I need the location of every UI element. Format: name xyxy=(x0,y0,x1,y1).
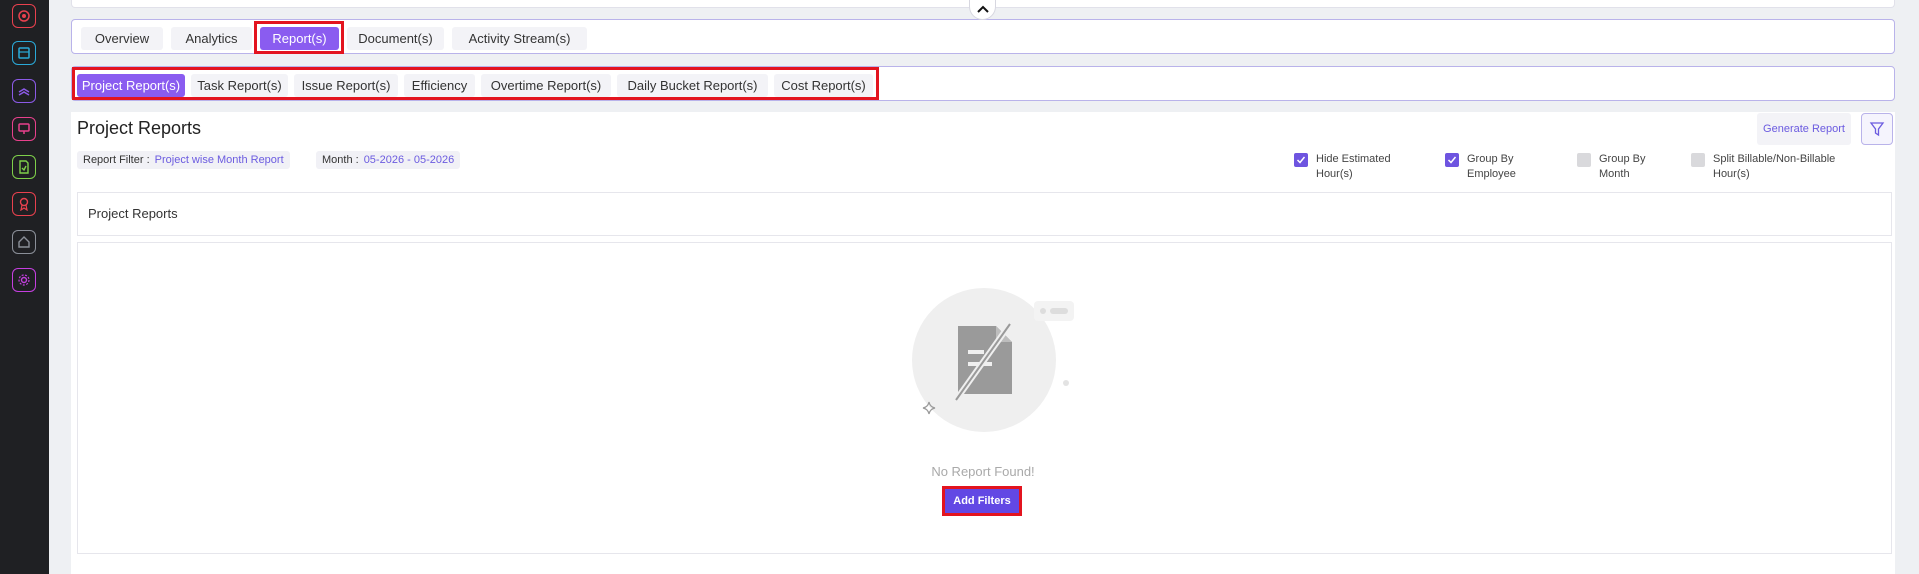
target-icon[interactable] xyxy=(12,4,36,28)
checkmark-icon xyxy=(1447,156,1457,164)
sidebar xyxy=(0,0,49,574)
report-filter-value: Project wise Month Report xyxy=(154,154,284,166)
page-title: Project Reports xyxy=(77,118,202,138)
chevron-up-icon xyxy=(976,5,989,13)
group-by-employee-checkbox[interactable]: Group By Employee xyxy=(1445,152,1516,182)
sparkle-icon xyxy=(922,401,936,415)
checkbox-box xyxy=(1445,153,1459,167)
month-value: 05-2026 - 05-2026 xyxy=(363,154,455,166)
split-billable-checkbox[interactable]: Split Billable/Non-Billable Hour(s) xyxy=(1691,152,1835,182)
group-by-month-checkbox[interactable]: Group By Month xyxy=(1577,152,1645,182)
tab-documents[interactable]: Document(s) xyxy=(347,27,444,50)
home-icon[interactable] xyxy=(12,230,36,254)
month-label: Month : xyxy=(322,154,359,166)
tab-activity-stream[interactable]: Activity Stream(s) xyxy=(452,27,587,50)
checkbox-label: Hide Estimated Hour(s) xyxy=(1316,153,1391,180)
report-filter-chip: Report Filter : Project wise Month Repor… xyxy=(77,151,290,169)
collapse-button[interactable] xyxy=(969,0,996,20)
subtab-issue-reports[interactable]: Issue Report(s) xyxy=(294,74,398,97)
document-icon[interactable] xyxy=(12,41,36,65)
checkbox-label: Group By Employee xyxy=(1467,153,1516,180)
filter-button[interactable] xyxy=(1861,113,1893,145)
presentation-icon[interactable] xyxy=(12,117,36,141)
checkbox-label: Split Billable/Non-Billable Hour(s) xyxy=(1713,153,1836,180)
hide-estimated-checkbox[interactable]: Hide Estimated Hour(s) xyxy=(1294,152,1391,182)
checkbox-label: Group By Month xyxy=(1599,153,1646,180)
main-area: Overview Analytics Report(s) Document(s)… xyxy=(49,0,1919,574)
tab-analytics[interactable]: Analytics xyxy=(171,27,252,50)
project-reports-panel-header: Project Reports xyxy=(77,192,1892,236)
add-filters-button[interactable]: Add Filters xyxy=(942,486,1022,516)
tab-overview[interactable]: Overview xyxy=(81,27,163,50)
month-chip: Month : 05-2026 - 05-2026 xyxy=(316,151,461,169)
tab-reports[interactable]: Report(s) xyxy=(260,27,339,50)
main-tabbar: Overview Analytics Report(s) Document(s)… xyxy=(71,19,1895,54)
report-content: Project Reports Report Filter : Project … xyxy=(71,112,1895,574)
settings-icon[interactable] xyxy=(12,268,36,292)
checkmark-icon xyxy=(1296,156,1306,164)
panel-title: Project Reports xyxy=(88,206,178,221)
report-filter-label: Report Filter : xyxy=(83,154,150,166)
decor-dot xyxy=(1063,380,1069,386)
layers-icon[interactable] xyxy=(12,79,36,103)
empty-state-panel: No Report Found! Add Filters xyxy=(77,242,1892,554)
subtab-task-reports[interactable]: Task Report(s) xyxy=(191,74,288,97)
report-subtabbar: Project Report(s) Task Report(s) Issue R… xyxy=(71,66,1895,101)
file-check-icon[interactable] xyxy=(12,155,36,179)
subtab-overtime-reports[interactable]: Overtime Report(s) xyxy=(481,74,611,97)
award-icon[interactable] xyxy=(12,192,36,216)
subtab-project-reports[interactable]: Project Report(s) xyxy=(77,74,185,97)
checkbox-box xyxy=(1294,153,1308,167)
checkbox-box xyxy=(1691,153,1705,167)
subtab-efficiency[interactable]: Efficiency xyxy=(404,74,475,97)
generate-report-button[interactable]: Generate Report xyxy=(1757,113,1851,145)
filter-icon xyxy=(1869,122,1885,137)
decor-pill xyxy=(1034,301,1074,321)
subtab-cost-reports[interactable]: Cost Report(s) xyxy=(774,74,873,97)
checkbox-box xyxy=(1577,153,1591,167)
subtab-daily-bucket-reports[interactable]: Daily Bucket Report(s) xyxy=(617,74,768,97)
no-report-message: No Report Found! xyxy=(931,464,1035,479)
